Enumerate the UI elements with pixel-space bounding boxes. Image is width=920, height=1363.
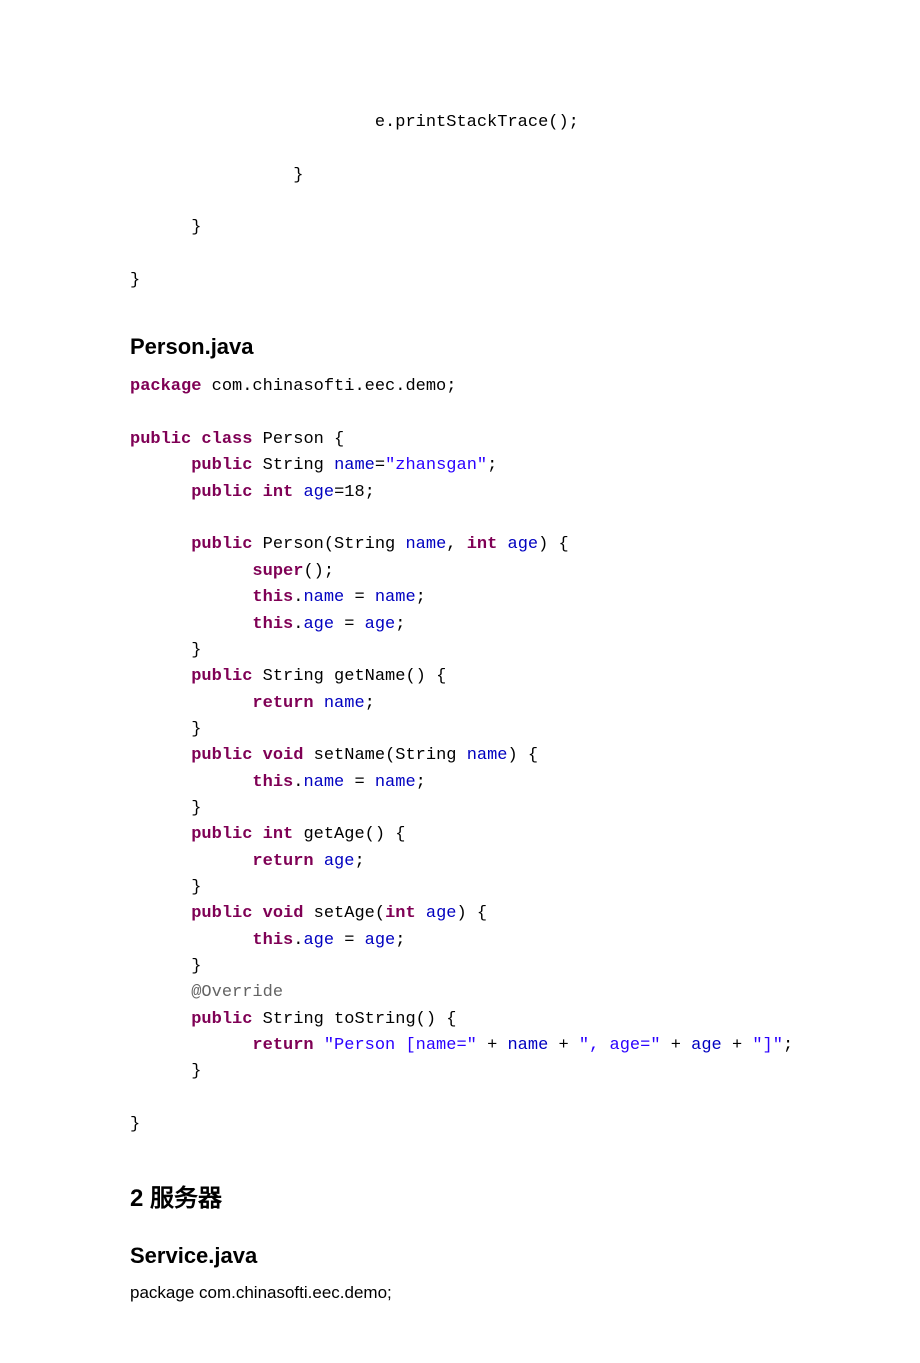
text: ) { xyxy=(538,535,569,554)
param-name: name xyxy=(467,746,508,765)
text: } xyxy=(130,1115,140,1134)
code-line: } xyxy=(130,218,201,237)
string-literal: ", age=" xyxy=(579,1036,661,1055)
field-name: name xyxy=(303,773,344,792)
text: String toString() { xyxy=(252,1010,456,1029)
text: ; xyxy=(354,852,364,871)
kw-return: return xyxy=(252,1036,313,1055)
kw-int: int xyxy=(263,825,294,844)
text: Person(String xyxy=(252,535,405,554)
text: + xyxy=(477,1036,508,1055)
kw-int: int xyxy=(263,483,294,502)
text: ; xyxy=(395,931,405,950)
text: ; xyxy=(395,615,405,634)
kw-public: public xyxy=(191,456,252,475)
text: ; xyxy=(365,694,375,713)
code-person-java: package com.chinasofti.eec.demo; public … xyxy=(130,374,850,1138)
kw-void: void xyxy=(263,746,304,765)
text: . xyxy=(293,931,303,950)
text: . xyxy=(293,588,303,607)
field-age: age xyxy=(303,615,334,634)
string-literal: "]" xyxy=(752,1036,783,1055)
kw-public: public xyxy=(191,746,252,765)
field-age: age xyxy=(303,931,334,950)
service-package-line: package com.chinasofti.eec.demo; xyxy=(130,1283,850,1303)
text: ) { xyxy=(457,904,488,923)
kw-void: void xyxy=(263,904,304,923)
text: = xyxy=(344,773,375,792)
text: getAge() { xyxy=(293,825,405,844)
text: . xyxy=(293,615,303,634)
kw-public: public xyxy=(191,1010,252,1029)
text: setName(String xyxy=(303,746,466,765)
kw-public: public xyxy=(191,904,252,923)
string-literal: "zhansgan" xyxy=(385,456,487,475)
code-line: } xyxy=(130,166,303,185)
heading-service-java: Service.java xyxy=(130,1243,850,1269)
field-age: age xyxy=(691,1036,722,1055)
text: com.chinasofti.eec.demo; xyxy=(201,377,456,396)
field-name: name xyxy=(334,456,375,475)
text: + xyxy=(661,1036,692,1055)
field-name: name xyxy=(324,694,365,713)
text: = xyxy=(344,588,375,607)
kw-int: int xyxy=(385,904,416,923)
param-age: age xyxy=(365,931,396,950)
code-line: } xyxy=(130,271,140,290)
field-age: age xyxy=(324,852,355,871)
text xyxy=(293,483,303,502)
kw-public: public xyxy=(191,667,252,686)
kw-public: public xyxy=(191,483,252,502)
text: = xyxy=(334,615,365,634)
kw-this: this xyxy=(252,931,293,950)
text: ; xyxy=(416,588,426,607)
field-name: name xyxy=(303,588,344,607)
text: = xyxy=(375,456,385,475)
text: , xyxy=(446,535,466,554)
code-fragment-top: e.printStackTrace(); } } } xyxy=(130,110,850,294)
param-name: name xyxy=(405,535,446,554)
kw-this: this xyxy=(252,773,293,792)
kw-package: package xyxy=(130,377,201,396)
field-age: age xyxy=(303,483,334,502)
kw-public: public xyxy=(191,825,252,844)
code-line: e.printStackTrace(); xyxy=(130,113,579,132)
text: } xyxy=(130,1062,201,1081)
kw-public: public xyxy=(191,535,252,554)
param-age: age xyxy=(508,535,539,554)
document-page: e.printStackTrace(); } } } Person.java p… xyxy=(0,0,920,1363)
text: + xyxy=(548,1036,579,1055)
text: ; xyxy=(416,773,426,792)
heading-person-java: Person.java xyxy=(130,334,850,360)
text: ) { xyxy=(508,746,539,765)
field-name: name xyxy=(507,1036,548,1055)
param-name: name xyxy=(375,773,416,792)
kw-this: this xyxy=(252,588,293,607)
text: setAge( xyxy=(303,904,385,923)
text: . xyxy=(293,773,303,792)
text: ; xyxy=(783,1036,793,1055)
text: String getName() { xyxy=(252,667,446,686)
text: (); xyxy=(303,562,334,581)
annotation-override: @Override xyxy=(191,983,283,1002)
kw-class: class xyxy=(201,430,252,449)
text: =18; xyxy=(334,483,375,502)
kw-int: int xyxy=(467,535,498,554)
kw-this: this xyxy=(252,615,293,634)
kw-return: return xyxy=(252,694,313,713)
kw-public: public xyxy=(130,430,191,449)
text: = xyxy=(334,931,365,950)
heading-server: 2 服务器 xyxy=(130,1178,850,1213)
text: + xyxy=(722,1036,753,1055)
text: String xyxy=(252,456,334,475)
text: Person { xyxy=(252,430,344,449)
string-literal: "Person [name=" xyxy=(324,1036,477,1055)
param-age: age xyxy=(426,904,457,923)
kw-super: super xyxy=(252,562,303,581)
text: ; xyxy=(487,456,497,475)
kw-return: return xyxy=(252,852,313,871)
param-age: age xyxy=(365,615,396,634)
param-name: name xyxy=(375,588,416,607)
